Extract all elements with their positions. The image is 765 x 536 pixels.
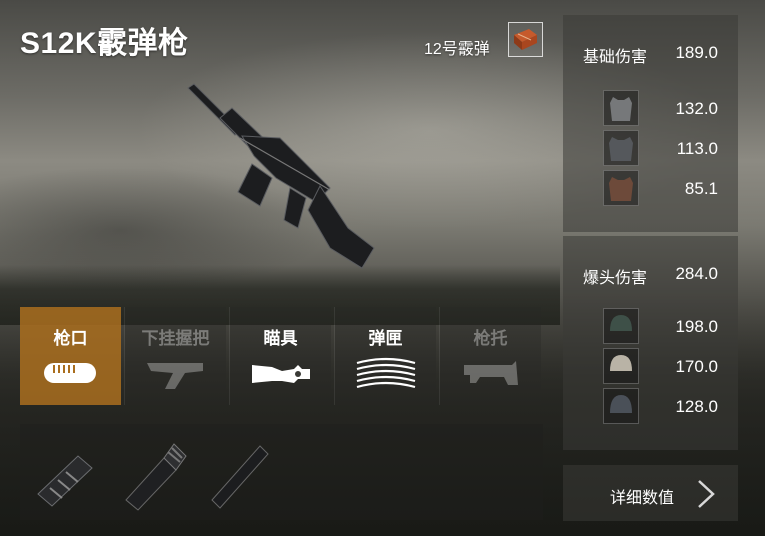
ammo-type-label: 12号霰弹 [424, 41, 490, 58]
stock-icon [464, 361, 518, 385]
damage-value: 132.0 [675, 99, 718, 118]
damage-value: 170.0 [675, 357, 718, 376]
headshot-damage-value: 284.0 [675, 264, 718, 283]
details-button-label: 详细数值 [610, 490, 675, 507]
helmet-level2-icon [603, 348, 639, 384]
helmet-level3-icon [603, 388, 639, 424]
headshot-damage-label: 爆头伤害 [583, 270, 648, 287]
tab-label: 枪口 [53, 329, 88, 348]
tab-scope[interactable]: 瞄具 [230, 307, 331, 405]
shotgun-choke-icon[interactable] [118, 434, 198, 514]
damage-value: 85.1 [684, 179, 718, 198]
armor-row: 132.0 [603, 90, 718, 126]
chevron-right-icon [698, 480, 715, 508]
damage-value: 198.0 [675, 317, 718, 336]
vest-level3-icon [603, 170, 639, 206]
base-damage-label: 基础伤害 [583, 49, 648, 66]
foregrip-icon [147, 363, 203, 389]
headshot-damage-panel: 爆头伤害 284.0 198.0 170.0 128.0 [563, 236, 738, 450]
tab-label: 瞄具 [263, 329, 298, 348]
helmet-row: 198.0 [603, 308, 718, 344]
tab-label: 枪托 [473, 329, 508, 348]
scope-icon [252, 365, 310, 383]
armor-row: 113.0 [603, 130, 718, 166]
details-button[interactable]: 详细数值 [563, 465, 738, 521]
magazine-icon [356, 357, 416, 389]
helmet-row: 170.0 [603, 348, 718, 384]
tab-magazine[interactable]: 弹匣 [335, 307, 436, 405]
tab-foregrip[interactable]: 下挂握把 [125, 307, 226, 405]
helmet-level1-icon [603, 308, 639, 344]
weapon-name: S12K霰弹枪 [20, 27, 189, 60]
duckbill-choke-icon[interactable] [28, 434, 108, 514]
shotgun-shell-box-icon[interactable] [508, 22, 543, 57]
damage-value: 113.0 [676, 139, 718, 158]
vest-level2-icon [603, 130, 639, 166]
base-damage-panel: 基础伤害 189.0 132.0 113.0 85.1 [563, 15, 738, 232]
attachment-tabs: 枪口 下挂握把 瞄具 弹匣 枪托 [20, 307, 543, 405]
tab-muzzle[interactable]: 枪口 [20, 307, 121, 405]
tab-label: 弹匣 [368, 329, 403, 348]
muzzle-icon [44, 363, 96, 383]
base-damage-value: 189.0 [675, 43, 718, 62]
tab-stock[interactable]: 枪托 [440, 307, 541, 405]
attachment-list [20, 424, 543, 520]
vest-level1-icon [603, 90, 639, 126]
armor-row: 85.1 [603, 170, 718, 206]
s12k-shotgun-image [187, 83, 375, 269]
helmet-row: 128.0 [603, 388, 718, 424]
damage-value: 128.0 [675, 397, 718, 416]
tab-label: 下挂握把 [141, 329, 210, 348]
suppressor-icon[interactable] [202, 434, 282, 514]
